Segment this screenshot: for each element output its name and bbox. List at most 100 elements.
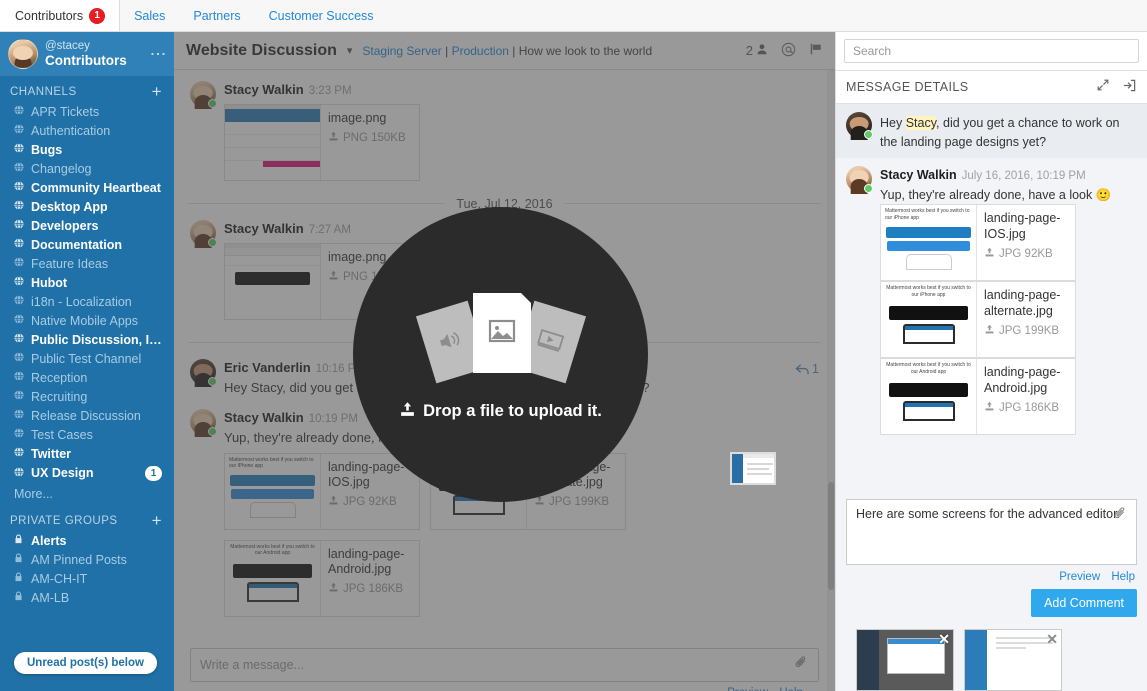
globe-icon xyxy=(14,466,25,480)
expand-icon[interactable] xyxy=(1096,78,1110,96)
attachment-card[interactable]: image.png PNG 150KB xyxy=(224,104,420,181)
channel-title[interactable]: Website Discussion xyxy=(186,42,337,60)
rhs-post-header: Stacy Walkin July 16, 2016, 10:19 PM xyxy=(880,166,1137,184)
team-tab-bar: Contributors 1 Sales Partners Customer S… xyxy=(0,0,1147,32)
sidebar-item-label: Recruiting xyxy=(31,389,88,404)
rhs-help-link[interactable]: Help xyxy=(1111,571,1135,583)
at-icon[interactable] xyxy=(781,42,796,60)
comment-textarea[interactable]: Here are some screens for the advanced e… xyxy=(846,499,1137,565)
file-dropzone[interactable]: Drop a file to upload it. xyxy=(353,207,648,502)
attachment-preview[interactable]: ✕ xyxy=(964,629,1062,691)
production-link[interactable]: Production xyxy=(452,44,509,58)
channel-header: Website Discussion ▾ Staging Server | Pr… xyxy=(174,32,835,70)
team-tab-partners[interactable]: Partners xyxy=(179,0,254,31)
rhs-preview-link[interactable]: Preview xyxy=(1059,571,1100,583)
thumbnail-browser xyxy=(225,244,320,319)
unread-posts-below-pill[interactable]: Unread post(s) below xyxy=(14,652,157,674)
header-tagline: | How we look to the world xyxy=(508,43,653,58)
rhs-post-author[interactable]: Stacy Walkin xyxy=(880,168,957,182)
rhs-attachment-card[interactable]: Mattermost works best if you switch to o… xyxy=(880,358,1076,436)
sidebar-item-am-pinned-posts[interactable]: AM Pinned Posts xyxy=(0,550,174,569)
sidebar-item-am-ch-it[interactable]: AM-CH-IT xyxy=(0,569,174,588)
sidebar-item-public-test-channel[interactable]: Public Test Channel xyxy=(0,349,174,368)
channel-scrollbar[interactable] xyxy=(827,70,835,691)
add-channel-icon[interactable]: + xyxy=(152,83,162,100)
sidebar-item-changelog[interactable]: Changelog xyxy=(0,159,174,178)
sidebar-user-header[interactable]: @stacey Contributors ⋮ xyxy=(0,32,174,76)
sidebar-item-label: Test Cases xyxy=(31,427,93,442)
sidebar-item-reception[interactable]: Reception xyxy=(0,368,174,387)
channel-header-icons: 2 xyxy=(746,42,823,60)
download-icon xyxy=(328,495,339,509)
sidebar-item-label: Authentication xyxy=(31,123,111,138)
more-channels-link[interactable]: More... xyxy=(0,483,174,505)
sidebar-menu-icon[interactable]: ⋮ xyxy=(148,46,166,62)
search-input[interactable]: Search xyxy=(844,39,1139,63)
lock-icon xyxy=(14,553,25,566)
team-tab-sales[interactable]: Sales xyxy=(120,0,179,31)
add-comment-button[interactable]: Add Comment xyxy=(1031,589,1137,617)
sidebar-item-apr-tickets[interactable]: APR Tickets xyxy=(0,102,174,121)
help-link[interactable]: Help xyxy=(779,687,803,691)
sidebar-item-native-mobile-apps[interactable]: Native Mobile Apps xyxy=(0,311,174,330)
paperclip-icon[interactable] xyxy=(1113,506,1128,524)
sidebar-item-recruiting[interactable]: Recruiting xyxy=(0,387,174,406)
sidebar-item-label: Documentation xyxy=(31,237,122,252)
attachment-size: JPG 186KB xyxy=(328,582,412,596)
team-tab-label: Contributors xyxy=(15,8,84,23)
remove-attachment-icon[interactable]: ✕ xyxy=(1046,632,1058,646)
dropzone-file-icons xyxy=(415,287,586,387)
sidebar-item-hubot[interactable]: Hubot xyxy=(0,273,174,292)
remove-attachment-icon[interactable]: ✕ xyxy=(938,632,950,646)
attachment-card[interactable]: Mattermost works best if you switch to o… xyxy=(224,452,420,530)
video-glyph xyxy=(534,326,566,357)
sidebar-item-twitter[interactable]: Twitter xyxy=(0,444,174,463)
sidebar-item-label: Desktop App xyxy=(31,199,108,214)
sidebar-item-alerts[interactable]: Alerts xyxy=(0,531,174,550)
staging-server-link[interactable]: Staging Server xyxy=(362,44,441,58)
post-author[interactable]: Eric Vanderlin xyxy=(224,360,311,375)
rhs-attachment-card[interactable]: Mattermost works best if you switch to o… xyxy=(880,281,1076,359)
add-private-group-icon[interactable]: + xyxy=(152,512,162,529)
team-tab-contributors[interactable]: Contributors 1 xyxy=(0,0,121,31)
post-author[interactable]: Stacy Walkin xyxy=(224,82,304,97)
private-groups-section-header: PRIVATE GROUPS + xyxy=(0,505,174,531)
online-status-indicator xyxy=(864,183,873,193)
rhs-attachment-card[interactable]: Mattermost works best if you switch to o… xyxy=(880,204,1076,282)
member-count-button[interactable]: 2 xyxy=(746,43,768,58)
sidebar-item-ux-design[interactable]: UX Design 1 xyxy=(0,463,174,483)
sidebar-item-bugs[interactable]: Bugs xyxy=(0,140,174,159)
attachment-card[interactable]: Mattermost works best if you switch to o… xyxy=(224,539,420,617)
post-header: Stacy Walkin 3:23 PM xyxy=(224,81,819,99)
rhs-post-text: Hey Stacy, did you get a chance to work … xyxy=(880,116,1120,149)
channels-section-header: CHANNELS + xyxy=(0,76,174,102)
sidebar-item-developers[interactable]: Developers xyxy=(0,216,174,235)
close-panel-icon[interactable] xyxy=(1122,78,1137,96)
sidebar-item-desktop-app[interactable]: Desktop App xyxy=(0,197,174,216)
globe-icon xyxy=(14,447,25,460)
flag-icon[interactable] xyxy=(809,42,823,59)
paperclip-icon[interactable] xyxy=(794,655,809,675)
attachment-preview[interactable]: ✕ xyxy=(856,629,954,691)
lock-icon xyxy=(14,534,25,547)
sidebar-item-test-cases[interactable]: Test Cases xyxy=(0,425,174,444)
sidebar-item-public-discussion-irc[interactable]: Public Discussion, IRC xyxy=(0,330,174,349)
message-input-placeholder: Write a message... xyxy=(200,658,304,672)
reply-count-indicator[interactable]: 1 xyxy=(795,362,819,376)
team-tab-customer-success[interactable]: Customer Success xyxy=(255,0,388,31)
download-icon xyxy=(984,401,995,415)
post-author[interactable]: Stacy Walkin xyxy=(224,410,304,425)
message-input-box[interactable]: Write a message... xyxy=(190,648,819,682)
sidebar-item-documentation[interactable]: Documentation xyxy=(0,235,174,254)
image-file-icon xyxy=(472,292,531,373)
scrollbar-thumb[interactable] xyxy=(828,482,834,590)
post-author[interactable]: Stacy Walkin xyxy=(224,221,304,236)
chevron-down-icon[interactable]: ▾ xyxy=(347,44,353,57)
sidebar-item-am-lb[interactable]: AM-LB xyxy=(0,588,174,607)
preview-link[interactable]: Preview xyxy=(727,687,768,691)
sidebar-item-i18n-localization[interactable]: i18n - Localization xyxy=(0,292,174,311)
sidebar-item-feature-ideas[interactable]: Feature Ideas xyxy=(0,254,174,273)
sidebar-item-release-discussion[interactable]: Release Discussion xyxy=(0,406,174,425)
sidebar-item-community-heartbeat[interactable]: Community Heartbeat xyxy=(0,178,174,197)
sidebar-item-authentication[interactable]: Authentication xyxy=(0,121,174,140)
